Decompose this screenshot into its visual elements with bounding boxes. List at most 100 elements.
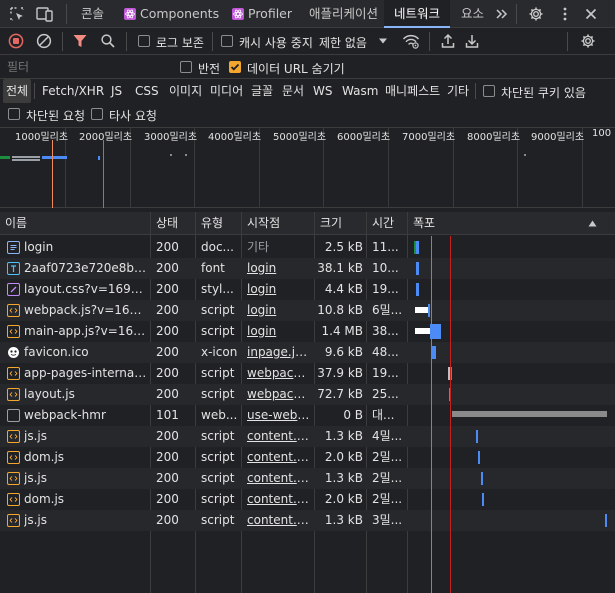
table-row[interactable]: main-app.js?v=1694... 200 script login 1.4 M… [0, 321, 615, 342]
type-filter-css[interactable]: CSS [135, 79, 159, 103]
filter-funnel-icon[interactable] [72, 33, 88, 49]
timeline-overview[interactable]: 1000밀리초 2000밀리초 3000밀리초 4000밀리초 5000밀리초 … [0, 128, 615, 208]
settings-gear-icon[interactable] [528, 6, 544, 22]
request-size: 4.4 kB [324, 282, 363, 296]
preserve-log-checkbox[interactable] [138, 35, 150, 47]
disable-cache-checkbox[interactable] [221, 35, 233, 47]
request-time: 25... [372, 387, 399, 401]
tab-profiler[interactable]: Profiler [232, 0, 292, 28]
inspect-element-icon[interactable] [9, 6, 25, 22]
device-toolbar-icon[interactable] [36, 6, 53, 22]
column-header-status[interactable]: 상태 [151, 212, 178, 235]
third-party-checkbox[interactable] [91, 108, 103, 120]
column-header-size[interactable]: 크기 [315, 212, 342, 235]
request-name[interactable]: main-app.js?v=1694... [24, 321, 148, 342]
request-name[interactable]: layout.css?v=16947... [24, 279, 148, 300]
request-name[interactable]: dom.js [24, 489, 148, 510]
network-settings-gear-icon[interactable] [580, 33, 596, 49]
blocked-cookies-checkbox[interactable] [483, 85, 495, 97]
request-initiator[interactable]: content.js... [247, 468, 311, 489]
table-row[interactable]: dom.js 200 script content.js... 2.0 kB 2밀... [0, 447, 615, 468]
request-initiator[interactable]: inpage.js:1 [247, 342, 311, 363]
column-header-type[interactable]: 유형 [196, 212, 223, 235]
import-har-icon[interactable] [440, 33, 456, 49]
request-name[interactable]: 2aaf0723e720e8b9-... [24, 258, 148, 279]
filter-input[interactable] [2, 57, 170, 77]
request-name[interactable]: webpack.js?v=1694... [24, 300, 148, 321]
search-icon[interactable] [100, 33, 116, 49]
request-time: 2밀... [372, 450, 403, 464]
table-row[interactable]: app-pages-internals.js 200 script webpack..… [0, 363, 615, 384]
type-filter-font[interactable]: 글꼴 [251, 79, 273, 103]
tab-components[interactable]: Components [124, 0, 219, 28]
type-filter-all[interactable]: 전체 [3, 79, 32, 103]
request-size: 2.0 kB [324, 492, 363, 506]
more-tabs-icon[interactable] [495, 6, 511, 22]
request-initiator[interactable]: login [247, 258, 311, 279]
request-initiator[interactable]: login [247, 279, 311, 300]
table-row[interactable]: js.js 200 script content.js... 1.3 kB 4밀... [0, 426, 615, 447]
column-header-time[interactable]: 시간 [367, 212, 394, 235]
table-row[interactable]: layout.js 200 script webpack.... 72.7 kB 25..… [0, 384, 615, 405]
export-har-icon[interactable] [464, 33, 480, 49]
overview-activity-bar [42, 156, 67, 159]
request-name[interactable]: webpack-hmr [24, 405, 148, 426]
table-row[interactable]: js.js 200 script content.js... 1.3 kB 3밀... [0, 510, 615, 531]
request-name[interactable]: js.js [24, 468, 148, 489]
waterfall-bar [416, 283, 419, 296]
tab-elements[interactable]: 요소 [461, 0, 484, 28]
type-filter-manifest[interactable]: 매니페스트 [385, 79, 440, 103]
request-initiator[interactable]: content.js... [247, 426, 311, 447]
close-icon[interactable] [583, 6, 599, 22]
chevron-down-icon[interactable] [378, 37, 388, 45]
table-row[interactable]: dom.js 200 script content.js... 2.0 kB 2밀... [0, 489, 615, 510]
table-row[interactable]: login 200 doc... 기타 2.5 kB 11... [0, 237, 615, 258]
request-name[interactable]: layout.js [24, 384, 148, 405]
request-name[interactable]: app-pages-internals.js [24, 363, 148, 384]
type-filter-wasm[interactable]: Wasm [342, 79, 378, 103]
request-name[interactable]: favicon.ico [24, 342, 148, 363]
request-initiator[interactable]: login [247, 300, 311, 321]
type-filter-doc[interactable]: 문서 [282, 79, 304, 103]
invert-checkbox[interactable] [180, 61, 192, 73]
sort-ascending-icon[interactable] [588, 220, 597, 227]
tab-application[interactable]: 애플리케이션 [309, 0, 378, 28]
type-filter-other[interactable]: 기타 [447, 79, 469, 103]
type-filter-ws[interactable]: WS [313, 79, 332, 103]
request-initiator[interactable]: use-webs... [247, 405, 311, 426]
request-initiator[interactable]: webpack.... [247, 363, 311, 384]
clear-icon[interactable] [36, 33, 52, 49]
table-row[interactable]: 2aaf0723e720e8b9-... 200 font login 38.1 kB 1… [0, 258, 615, 279]
blocked-requests-checkbox[interactable] [8, 108, 20, 120]
column-header-name[interactable]: 이름 [0, 212, 27, 235]
tab-network[interactable]: 네트워크 [384, 0, 450, 28]
type-filter-fetch-xhr[interactable]: Fetch/XHR [42, 79, 104, 103]
hide-data-urls-checkbox[interactable] [229, 61, 241, 73]
request-name[interactable]: dom.js [24, 447, 148, 468]
request-type: script [201, 324, 235, 338]
request-status: 200 [156, 282, 179, 296]
table-row[interactable]: layout.css?v=16947... 200 styl... login 4.4 … [0, 279, 615, 300]
request-initiator[interactable]: login [247, 321, 311, 342]
record-stop-icon[interactable] [8, 33, 24, 49]
table-row[interactable]: favicon.ico 200 x-icon inpage.js:1 9.6 kB 48.… [0, 342, 615, 363]
table-row[interactable]: js.js 200 script content.js... 1.3 kB 2밀... [0, 468, 615, 489]
type-filter-js[interactable]: JS [111, 79, 122, 103]
request-name[interactable]: js.js [24, 510, 148, 531]
request-name[interactable]: js.js [24, 426, 148, 447]
request-initiator[interactable]: webpack.... [247, 384, 311, 405]
type-filter-image[interactable]: 이미지 [169, 79, 202, 103]
request-initiator[interactable]: content.js... [247, 510, 311, 531]
request-name[interactable]: login [24, 237, 148, 258]
type-filter-media[interactable]: 미디어 [210, 79, 243, 103]
table-row[interactable]: webpack-hmr 101 web... use-webs... 0 B 대... [0, 405, 615, 426]
column-header-initiator[interactable]: 시작점 [242, 212, 280, 235]
request-initiator[interactable]: content.js... [247, 447, 311, 468]
request-initiator[interactable]: content.js... [247, 489, 311, 510]
network-conditions-icon[interactable] [402, 33, 420, 49]
throttle-select[interactable]: 제한 없음 [319, 34, 367, 51]
table-row[interactable]: webpack.js?v=1694... 200 script login 10.8 k… [0, 300, 615, 321]
kebab-menu-icon[interactable] [557, 6, 573, 22]
column-header-waterfall[interactable]: 폭포 [408, 212, 435, 235]
tab-console[interactable]: 콘솔 [81, 0, 104, 28]
